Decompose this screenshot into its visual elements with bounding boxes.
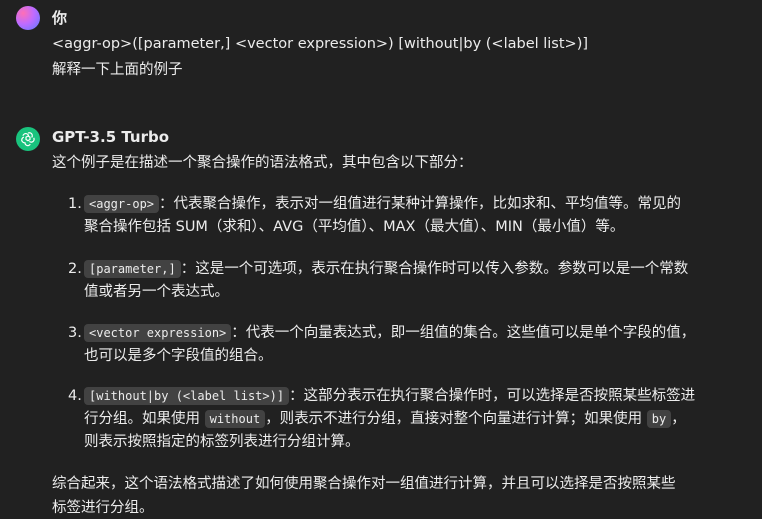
list-text: ，: [671, 411, 686, 427]
list-text: ：这是一个可选项，表示在执行聚合操作时可以传入参数。参数可以是一个常数: [180, 261, 689, 277]
user-message-line-1: <aggr-op>([parameter,] <vector expressio…: [52, 36, 589, 52]
inline-code: by: [646, 410, 672, 428]
list-number: 4.: [68, 388, 82, 404]
list-text: 行分组。如果使用: [84, 411, 205, 427]
inline-code: without: [204, 410, 266, 428]
assistant-intro: 这个例子是在描述一个聚合操作的语法格式，其中包含以下部分：: [52, 155, 473, 171]
list-number: 1.: [68, 196, 82, 212]
user-avatar: [16, 6, 40, 30]
assistant-summary-line-1: 综合起来，这个语法格式描述了如何使用聚合操作对一组值进行计算，并且可以选择是否按…: [52, 476, 676, 492]
openai-logo-icon: [16, 127, 40, 151]
list-text: ：这部分表示在执行聚合操作时，可以选择是否按照某些标签进: [289, 388, 696, 404]
list-text: ：代表聚合操作，表示对一组值进行某种计算操作，比如求和、平均值等。常见的: [159, 196, 682, 212]
assistant-name: GPT-3.5 Turbo: [52, 128, 170, 146]
list-number: 3.: [68, 325, 82, 341]
list-text: 则表示按照指定的标签列表进行分组计算。: [84, 434, 360, 450]
list-text: 值或者另一个表达式。: [84, 284, 229, 300]
list-text: 聚合操作包括 SUM（求和）、AVG（平均值）、MAX（最大值）、MIN（最小值…: [84, 219, 625, 235]
list-number: 2.: [68, 261, 82, 277]
inline-code: <aggr-op>: [84, 195, 160, 213]
openai-knot-icon: [21, 132, 35, 147]
user-name: 你: [52, 9, 68, 27]
inline-code: [parameter,]: [84, 260, 181, 278]
list-text: 也可以是多个字段值的组合。: [84, 348, 273, 364]
list-text: ：代表一个向量表达式，即一组值的集合。这些值可以是单个字段的值，: [231, 325, 696, 341]
user-message-line-2: 解释一下上面的例子: [52, 62, 183, 78]
inline-code: <vector expression>: [84, 324, 232, 342]
inline-code: [without|by (<label list>)]: [84, 387, 290, 405]
list-text: ，则表示不进行分组，直接对整个向量进行计算；如果使用: [265, 411, 647, 427]
